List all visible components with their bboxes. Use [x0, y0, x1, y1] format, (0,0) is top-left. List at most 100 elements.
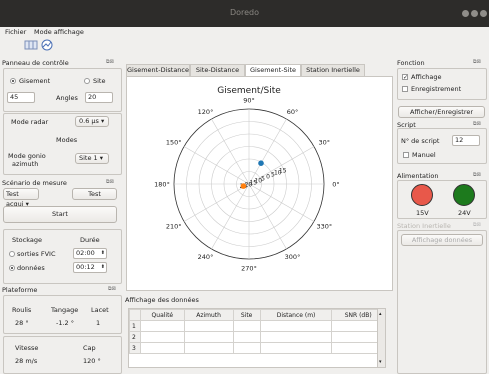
- angle-tick-label: 120°: [198, 108, 214, 116]
- mode-gonio-select[interactable]: Site 1 ▾: [75, 153, 109, 164]
- float-icon[interactable]: ⧉⊠: [106, 59, 114, 65]
- roulis-value: 28 °: [15, 319, 29, 327]
- angular-grid-line: [183, 146, 250, 185]
- angle-tick-label: 180°: [154, 181, 170, 189]
- angle-tick-label: 60°: [287, 108, 299, 116]
- chart-title: Gisement/Site: [217, 86, 281, 96]
- menu-fichier[interactable]: Fichier: [5, 28, 26, 36]
- angle-tick-label: 90°: [243, 97, 255, 105]
- row-header: 2: [129, 331, 141, 343]
- modes-label: Modes: [56, 136, 78, 144]
- start-button[interactable]: Start: [3, 206, 117, 223]
- angle-tick-label: 210°: [166, 223, 182, 231]
- float-icon[interactable]: ⧉⊠: [108, 286, 116, 292]
- maximize-button[interactable]: [471, 10, 478, 17]
- gisement-angle-input[interactable]: 45: [7, 92, 35, 103]
- float-icon[interactable]: ⧉⊠: [473, 59, 481, 65]
- vitesse-label: Vitesse: [15, 344, 39, 352]
- corner-cell: [129, 309, 141, 321]
- menu-mode-affichage[interactable]: Mode affichage: [34, 28, 84, 36]
- polar-chart: Gisement/Site 0° 30° 60° 90° 120° 150° 180° 210°…: [154, 86, 340, 273]
- station-inertielle-title: Station Inertielle: [397, 222, 451, 230]
- table-scrollbar[interactable]: ▴ ▾: [377, 309, 385, 367]
- data-point: [258, 160, 264, 166]
- panneau-controle-title: Panneau de contrôle: [2, 59, 69, 67]
- site-label: Site: [93, 77, 106, 85]
- tab-gisement-distance[interactable]: Gisement-Distance: [126, 64, 190, 76]
- grid-icon[interactable]: [24, 39, 38, 51]
- donnees-duration-input[interactable]: 00:12 ⬍: [73, 262, 107, 273]
- test-button[interactable]: Test: [72, 188, 117, 200]
- chart-icon[interactable]: [40, 39, 54, 51]
- radial-tick-label: 15: [279, 167, 287, 174]
- power-24v-indicator: [453, 184, 475, 206]
- column-header[interactable]: Azimuth: [183, 309, 234, 321]
- manuel-label: Manuel: [412, 151, 436, 159]
- minimize-button[interactable]: [462, 10, 469, 17]
- float-icon[interactable]: ⧉⊠: [473, 222, 481, 228]
- site-angle-input[interactable]: 20: [85, 92, 113, 103]
- menu-bar: Fichier Mode affichage: [0, 27, 489, 38]
- table-row[interactable]: 3: [129, 342, 385, 354]
- radial-tick-label: 0: [266, 173, 270, 180]
- script-box: [397, 128, 487, 164]
- enregistrement-checkbox[interactable]: [402, 86, 408, 92]
- data-point: [240, 183, 247, 189]
- float-icon[interactable]: ⧉⊠: [473, 172, 481, 178]
- column-header[interactable]: Qualité: [140, 309, 185, 321]
- vitesse-value: 28 m/s: [15, 357, 38, 365]
- afficher-enregistrer-button[interactable]: Afficher/Enregistrer: [398, 106, 485, 118]
- mode-radar-select[interactable]: 0.6 µs ▾: [75, 116, 109, 127]
- sorties-radio[interactable]: [9, 251, 15, 257]
- tab-gisement-site[interactable]: Gisement-Site: [245, 64, 301, 76]
- enregistrement-label: Enregistrement: [411, 85, 462, 93]
- table-header-row: Qualité Azimuth Site Distance (m) SNR (d…: [129, 309, 385, 321]
- gisement-radio[interactable]: [10, 78, 16, 84]
- affichage-label: Affichage: [411, 73, 442, 81]
- affichage-donnees-button[interactable]: Affichage données: [401, 234, 483, 246]
- float-icon[interactable]: ⧉⊠: [473, 121, 481, 127]
- site-radio[interactable]: [84, 78, 90, 84]
- close-button[interactable]: [480, 10, 487, 17]
- cap-value: 120 °: [83, 357, 101, 365]
- mode-radar-label: Mode radar: [11, 118, 49, 126]
- column-header[interactable]: Distance (m): [259, 309, 333, 321]
- manuel-checkbox[interactable]: [403, 152, 409, 158]
- row-header: 3: [129, 342, 141, 354]
- table-row[interactable]: 2: [129, 331, 385, 343]
- mode-gonio-azimuth-label: azimuth: [12, 160, 39, 168]
- gisement-label: Gisement: [19, 77, 51, 85]
- data-table: Qualité Azimuth Site Distance (m) SNR (d…: [128, 308, 386, 368]
- angular-grid-line: [211, 118, 250, 185]
- radial-tick-label: 5: [261, 175, 265, 182]
- power-24v-label: 24V: [458, 209, 471, 217]
- sorties-label: sorties FVIC: [17, 250, 56, 258]
- tab-site-distance[interactable]: Site-Distance: [190, 64, 245, 76]
- table-row[interactable]: 1: [129, 320, 385, 332]
- column-header[interactable]: Site: [232, 309, 261, 321]
- script-number-input[interactable]: 12: [452, 135, 480, 146]
- roulis-label: Roulis: [12, 306, 32, 314]
- tangage-value: -1.2 °: [56, 319, 74, 327]
- affichage-checkbox[interactable]: ✓: [402, 74, 408, 81]
- float-icon[interactable]: ⧉⊠: [106, 179, 114, 185]
- scroll-down-arrow[interactable]: ▾: [379, 359, 382, 365]
- scenario-title: Scénario de mesure: [2, 179, 67, 187]
- donnees-label: données: [17, 264, 45, 272]
- donnees-radio[interactable]: [9, 265, 15, 271]
- right-panel: Fonction ⧉⊠ ✓ Affichage Enregistrement A…: [395, 55, 489, 374]
- sorties-duration-input[interactable]: 02:00 ⬍: [73, 248, 107, 259]
- angular-grid-line: [248, 183, 287, 250]
- angle-tick-label: 270°: [241, 265, 257, 273]
- scroll-up-arrow[interactable]: ▴: [379, 311, 382, 317]
- lacet-value: 1: [96, 319, 101, 327]
- acqui-select[interactable]: Test acqui ▾: [3, 188, 39, 208]
- angular-grid-line: [248, 183, 315, 222]
- angles-label: Angles: [56, 94, 78, 102]
- vitesse-box: [3, 336, 122, 374]
- tab-station-inertielle[interactable]: Station Inertielle: [301, 64, 365, 76]
- alimentation-title: Alimentation: [397, 172, 439, 180]
- station-box: [397, 230, 487, 374]
- window-titlebar: Doredo: [0, 0, 489, 27]
- plateforme-title: Plateforme: [2, 286, 38, 294]
